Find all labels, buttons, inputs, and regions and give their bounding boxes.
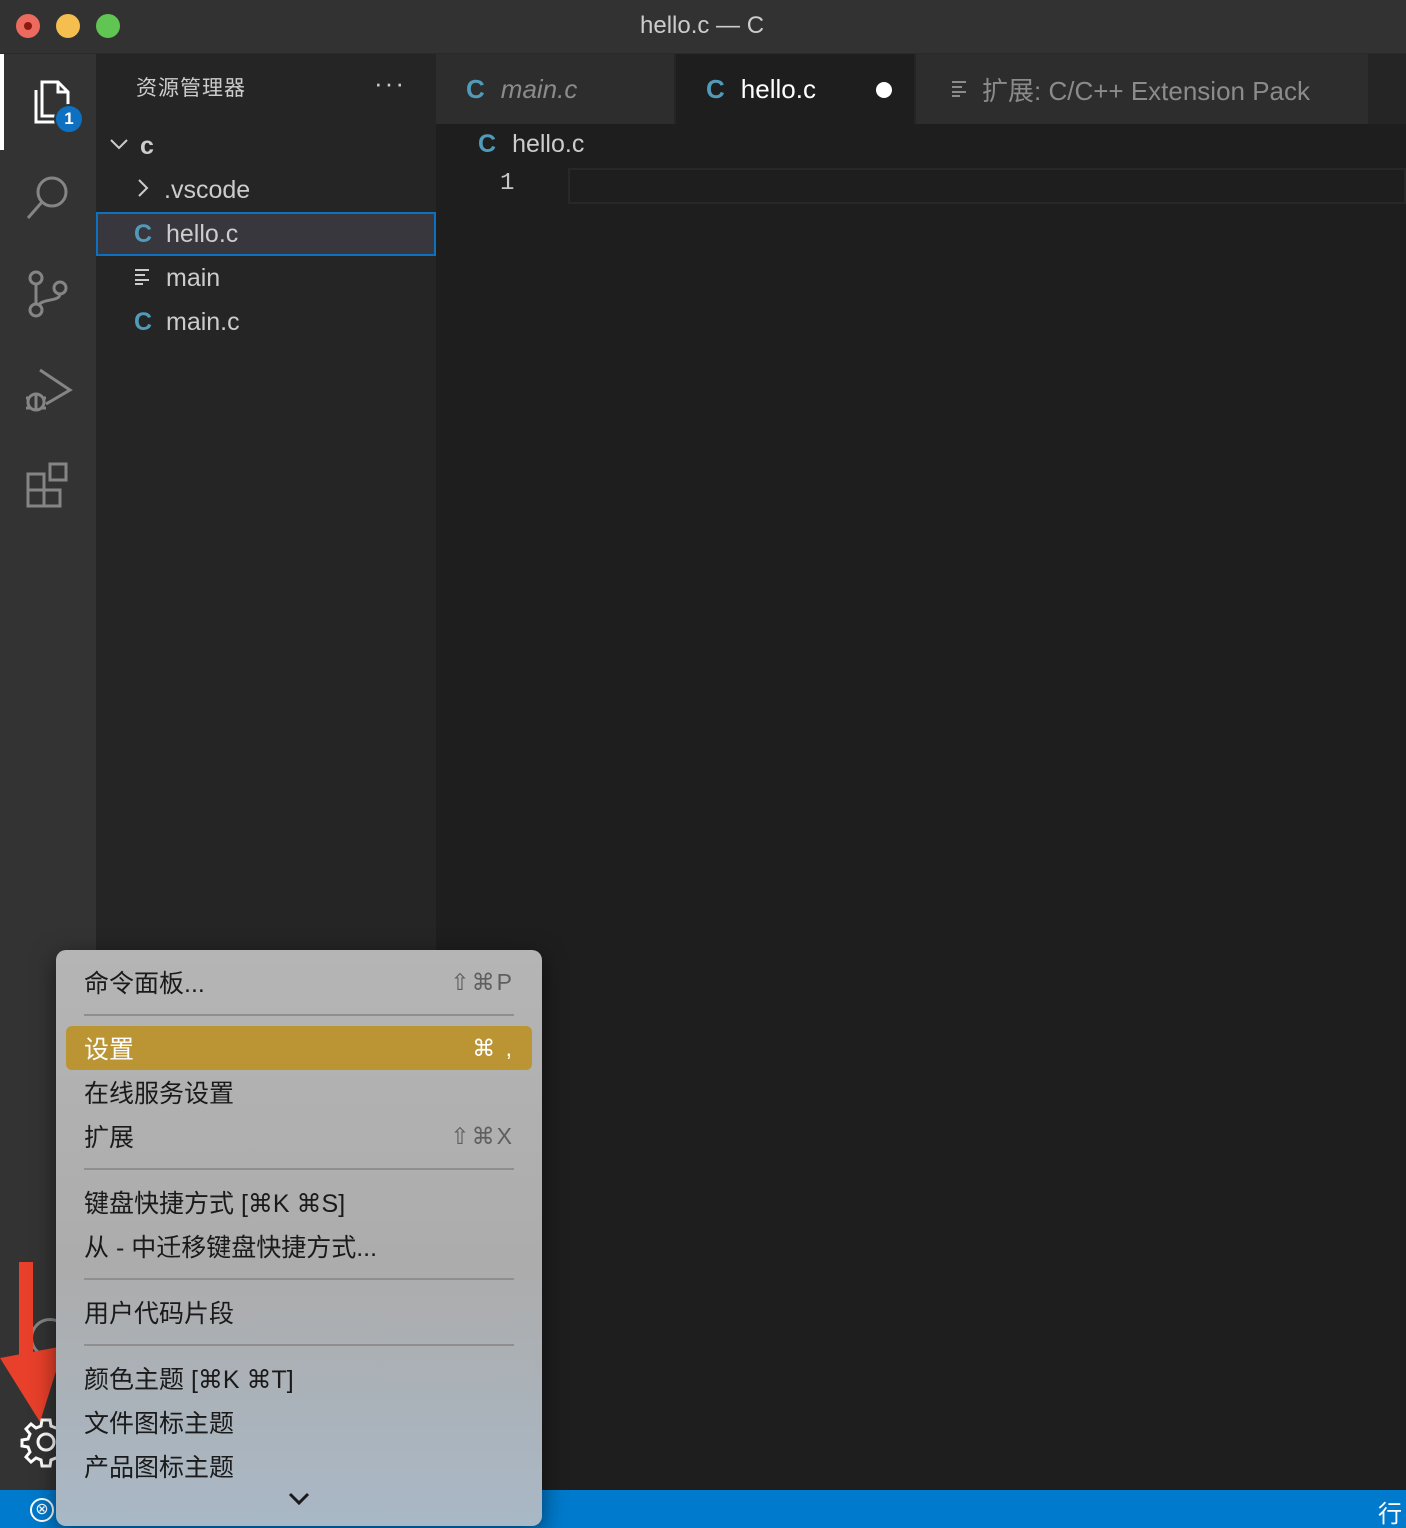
menu-item-label: 文件图标主题	[84, 1410, 235, 1438]
c-file-icon: C	[478, 130, 497, 158]
menu-item-label: 颜色主题 [⌘K ⌘T]	[84, 1366, 294, 1394]
extensions-icon	[26, 462, 68, 508]
c-file-icon: C	[133, 219, 153, 248]
menu-item-label: 扩展	[84, 1124, 135, 1152]
tab-hello-c[interactable]: C hello.c	[676, 54, 914, 124]
menu-item-shortcut: ⌘ ,	[472, 1034, 514, 1061]
window-title: hello.c — C	[640, 12, 765, 39]
menu-item-label: 用户代码片段	[84, 1300, 235, 1328]
menu-separator	[84, 1278, 514, 1280]
tree-item-label: .vscode	[164, 175, 251, 204]
tree-item-main-c[interactable]: C main.c	[96, 300, 436, 344]
c-file-icon: C	[466, 73, 485, 104]
sidebar-title: 资源管理器	[136, 77, 246, 100]
error-status-icon[interactable]: ⊗	[30, 1498, 54, 1522]
source-control-icon	[28, 270, 68, 318]
run-debug-icon	[26, 368, 73, 412]
explorer-activity-button[interactable]: 1	[0, 54, 96, 150]
chevron-down-icon	[106, 132, 132, 161]
status-line-indicator[interactable]: 行	[1378, 1494, 1402, 1528]
menu-item-label: 设置	[84, 1036, 135, 1064]
tree-item-label: main.c	[166, 307, 240, 336]
lines-icon	[950, 74, 970, 105]
menu-item-online-services[interactable]: 在线服务设置	[66, 1070, 532, 1114]
menu-item-shortcut: ⇧⌘X	[450, 1122, 514, 1149]
chevron-down-icon[interactable]	[284, 1486, 314, 1510]
line-number: 1	[500, 170, 515, 197]
more-actions-button[interactable]: ···	[374, 68, 406, 99]
tab-extension-pack[interactable]: 扩展: C/C++ Extension Pack	[916, 54, 1368, 124]
menu-item-label: 从 - 中迁移键盘快捷方式...	[84, 1234, 378, 1262]
source-control-activity-button[interactable]	[0, 246, 96, 342]
menu-item-extensions[interactable]: 扩展 ⇧⌘X	[66, 1114, 532, 1158]
folder-label: c	[140, 131, 154, 160]
breadcrumb[interactable]: C hello.c	[478, 130, 584, 159]
folder-c[interactable]: c	[96, 124, 436, 168]
menu-item-command-palette[interactable]: 命令面板... ⇧⌘P	[66, 960, 532, 1004]
extensions-activity-button[interactable]	[0, 438, 96, 534]
search-activity-button[interactable]	[0, 150, 96, 246]
explorer-badge: 1	[54, 104, 84, 134]
menu-item-shortcut: ⇧⌘P	[450, 968, 514, 995]
menu-separator	[84, 1344, 514, 1346]
editor-tabs: C main.c C hello.c 扩展: C/C++ Extension P…	[436, 54, 1406, 124]
menu-item-migrate-keybindings[interactable]: 从 - 中迁移键盘快捷方式...	[66, 1224, 532, 1268]
c-file-icon: C	[706, 73, 725, 104]
menu-item-keyboard-shortcuts[interactable]: 键盘快捷方式 [⌘K ⌘S]	[66, 1180, 532, 1224]
editor-current-line[interactable]	[568, 168, 1406, 204]
search-icon	[26, 176, 68, 219]
tab-label: 扩展: C/C++ Extension Pack	[982, 75, 1311, 106]
menu-item-file-icon-theme[interactable]: 文件图标主题	[66, 1400, 532, 1444]
chevron-right-icon	[130, 176, 156, 205]
menu-item-label: 产品图标主题	[84, 1454, 235, 1482]
tree-item-vscode[interactable]: .vscode	[96, 168, 436, 212]
breadcrumb-file: hello.c	[512, 130, 585, 158]
menu-separator	[84, 1014, 514, 1016]
tree-item-label: main	[166, 263, 221, 292]
menu-item-label: 在线服务设置	[84, 1080, 235, 1108]
menu-item-color-theme[interactable]: 颜色主题 [⌘K ⌘T]	[66, 1356, 532, 1400]
menu-separator	[84, 1168, 514, 1170]
menu-item-label: 键盘快捷方式 [⌘K ⌘S]	[84, 1190, 346, 1218]
tree-item-hello-c[interactable]: C hello.c	[96, 212, 436, 256]
menu-item-label: 命令面板...	[84, 970, 205, 998]
tree-item-label: hello.c	[166, 219, 239, 248]
text-file-icon	[128, 264, 158, 293]
tab-main-c[interactable]: C main.c	[436, 54, 674, 124]
unsaved-dot-icon[interactable]	[876, 82, 892, 98]
c-file-icon: C	[133, 307, 153, 336]
title-bar: hello.c — C	[0, 0, 1406, 54]
tab-label: hello.c	[740, 73, 816, 104]
menu-item-user-snippets[interactable]: 用户代码片段	[66, 1290, 532, 1334]
tree-item-main[interactable]: main	[96, 256, 436, 300]
run-debug-activity-button[interactable]	[0, 342, 96, 438]
menu-item-settings[interactable]: 设置 ⌘ ,	[66, 1026, 532, 1070]
menu-item-product-icon-theme[interactable]: 产品图标主题	[66, 1444, 532, 1488]
manage-context-menu: 命令面板... ⇧⌘P 设置 ⌘ , 在线服务设置 扩展 ⇧⌘X 键盘快捷方式 …	[56, 950, 542, 1526]
tab-label: main.c	[500, 73, 578, 104]
